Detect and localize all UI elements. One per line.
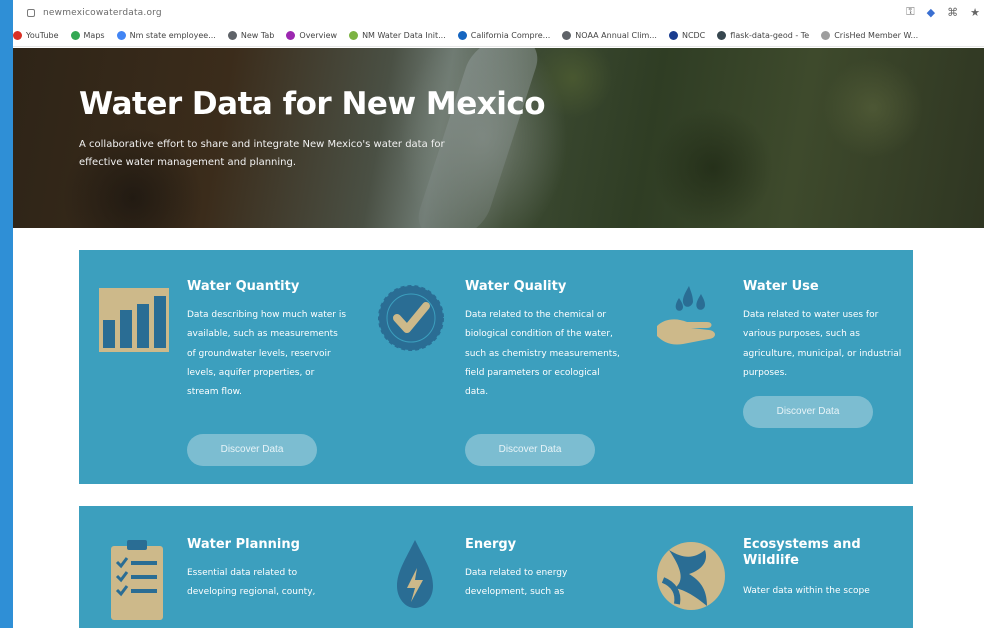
card-title: Water Quality (465, 279, 567, 294)
bookmark-item[interactable]: flask-data-geod - Te (717, 31, 809, 40)
bookmark-label: NM Water Data Init... (362, 31, 446, 40)
data-category-panel-bottom: Water Planning Essential data related to… (79, 506, 913, 628)
bookmark-label: flask-data-geod - Te (730, 31, 810, 40)
address-bar[interactable]: newmexicowaterdata.org ⚿ ◆ ⌘ ★ (13, 2, 984, 24)
browser-window: newmexicowaterdata.org ⚿ ◆ ⌘ ★ YouTube Ma… (13, 0, 984, 628)
bookmark-label: California Compre... (470, 31, 551, 40)
card-description: Essential data related to developing reg… (187, 568, 316, 598)
bookmark-label: CrisHed Member W... (834, 31, 919, 40)
bookmark-item[interactable]: NCDC (668, 31, 706, 40)
toolbar-icons: ⚿ ◆ ⌘ ★ (906, 5, 980, 19)
bookmark-item[interactable]: CrisHed Member W... (821, 31, 918, 40)
key-icon[interactable]: ⚿ (906, 5, 914, 19)
url-text[interactable]: newmexicowaterdata.org (43, 8, 162, 18)
bookmark-star-icon[interactable]: ★ (970, 6, 980, 19)
card-title: Water Use (743, 279, 819, 294)
lock-icon (27, 9, 35, 17)
card-description: Data describing how much water is availa… (187, 310, 347, 398)
bookmark-favicon-icon (286, 31, 296, 40)
bookmark-favicon-icon (668, 31, 678, 40)
puzzle-icon[interactable]: ⌘ (947, 6, 958, 19)
bookmark-item[interactable]: NM Water Data Init... (349, 31, 446, 40)
bookmark-favicon-icon (821, 31, 831, 40)
page-title: Water Data for New Mexico (79, 86, 546, 122)
discover-data-button-water-quality[interactable]: Discover Data (465, 434, 595, 466)
bar-chart-icon (99, 288, 169, 352)
bookmark-item[interactable]: YouTube (13, 31, 59, 40)
bookmark-item[interactable]: New Tab (227, 31, 275, 40)
bookmark-favicon-icon (562, 31, 572, 40)
bookmark-label: Maps (83, 31, 105, 40)
bookmark-label: NOAA Annual Clim... (575, 31, 657, 40)
extension-icon[interactable]: ◆ (927, 6, 935, 19)
bookmark-favicon-icon (717, 31, 727, 40)
bookmark-favicon-icon (13, 31, 22, 40)
fish-river-icon (657, 542, 725, 610)
card-description: Data related to energy development, such… (465, 568, 568, 598)
bookmark-item[interactable]: NOAA Annual Clim... (562, 31, 657, 40)
data-category-panel-top: Water Quantity Data describing how much … (79, 250, 913, 484)
card-title: Water Planning (187, 537, 300, 552)
bookmark-favicon-icon (349, 31, 359, 40)
bookmark-item[interactable]: California Compre... (457, 31, 551, 40)
bookmark-label: Nm state employee... (129, 31, 216, 40)
page-subtitle: A collaborative effort to share and inte… (79, 139, 445, 168)
card-title: Energy (465, 537, 517, 552)
bookmark-favicon-icon (116, 31, 126, 40)
bookmark-label: New Tab (240, 31, 275, 40)
bookmark-label: Overview (299, 31, 338, 40)
discover-data-button-water-quantity[interactable]: Discover Data (187, 434, 317, 466)
bookmark-favicon-icon (227, 31, 237, 40)
bookmark-label: NCDC (681, 31, 706, 40)
card-description: Data related to the chemical or biologic… (465, 310, 620, 398)
bookmark-favicon-icon (70, 31, 80, 40)
bookmark-item[interactable]: Overview (286, 31, 337, 40)
card-description: Data related to water uses for various p… (743, 310, 902, 378)
hand-water-drops-icon (657, 286, 715, 345)
discover-data-button-water-use[interactable]: Discover Data (743, 396, 873, 428)
bookmark-favicon-icon (457, 31, 467, 40)
bookmark-item[interactable]: Maps (70, 31, 105, 40)
clipboard-checklist-icon (111, 540, 163, 620)
card-description: Water data within the scope (743, 586, 870, 596)
bookmark-item[interactable]: Nm state employee... (116, 31, 216, 40)
card-title: Water Quantity (187, 279, 300, 294)
bookmark-label: YouTube (26, 31, 59, 40)
bookmarks-bar: YouTube Maps Nm state employee... New Tab Ov… (13, 25, 984, 47)
checkmark-badge-icon (378, 285, 444, 351)
hero-banner: Water Data for New Mexico A collaborativ… (13, 48, 984, 228)
card-title: Ecosystems and Wildlife (743, 537, 861, 568)
water-drop-lightning-icon (397, 540, 433, 608)
